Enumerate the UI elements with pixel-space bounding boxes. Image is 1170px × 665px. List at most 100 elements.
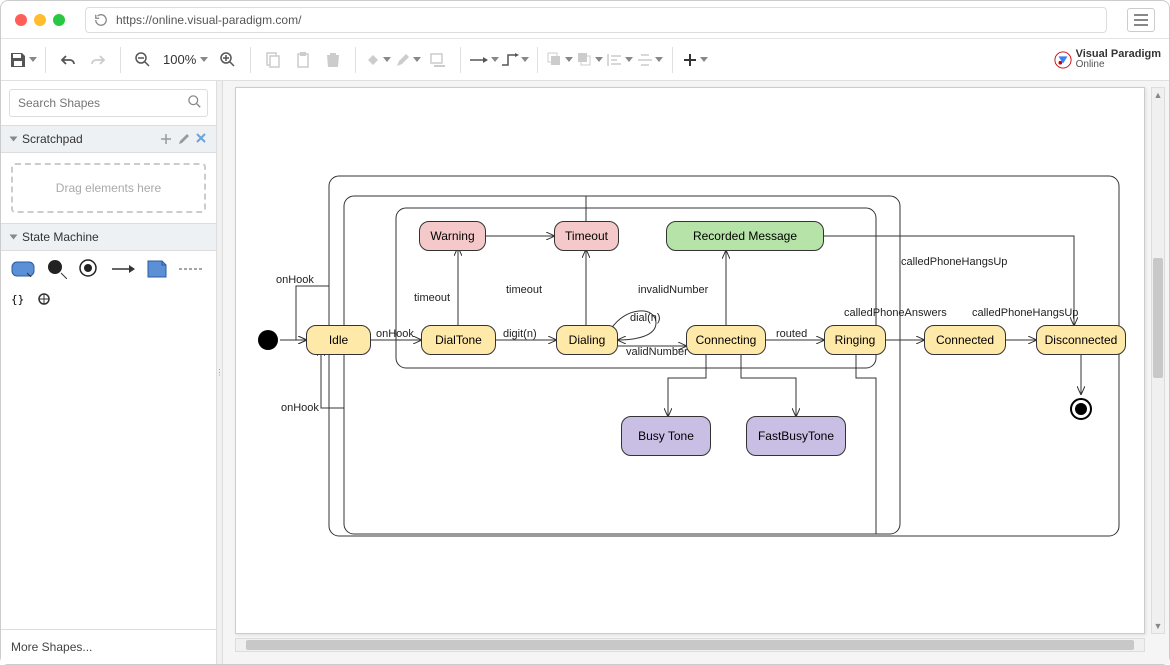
canvas-area: Idle DialTone Dialing Connecting Ringing… bbox=[223, 81, 1169, 664]
waypoint-icon bbox=[501, 53, 519, 67]
main-area: Scratchpad Drag elements here State Mach… bbox=[1, 81, 1169, 664]
label-digit: digit(n) bbox=[503, 328, 537, 340]
label-onhook-2: onHook bbox=[281, 402, 319, 414]
connector-end-button[interactable] bbox=[469, 46, 499, 74]
search-icon bbox=[188, 95, 202, 109]
to-back-icon bbox=[577, 52, 593, 68]
shadow-button[interactable] bbox=[424, 46, 452, 74]
state-connecting[interactable]: Connecting bbox=[686, 325, 766, 355]
title-bar: https://online.visual-paradigm.com/ bbox=[1, 1, 1169, 39]
label-onhook-3: onHook bbox=[376, 328, 414, 340]
final-state-node[interactable] bbox=[1070, 398, 1092, 420]
constraint-icon[interactable]: {} bbox=[11, 293, 24, 306]
zoom-in-icon bbox=[220, 52, 236, 68]
state-dialtone[interactable]: DialTone bbox=[421, 325, 496, 355]
state-shape-icon[interactable] bbox=[11, 261, 35, 277]
close-window-icon[interactable] bbox=[15, 14, 27, 26]
label-answers: calledPhoneAnswers bbox=[844, 307, 947, 319]
to-back-button[interactable] bbox=[576, 46, 604, 74]
zoom-level[interactable]: 100% bbox=[159, 52, 212, 67]
minimize-window-icon[interactable] bbox=[34, 14, 46, 26]
label-valid: validNumber bbox=[626, 346, 688, 358]
label-routed: routed bbox=[776, 328, 807, 340]
scratchpad-header[interactable]: Scratchpad bbox=[1, 125, 216, 153]
transition-arrow-icon[interactable] bbox=[111, 263, 135, 275]
label-hangsup-2: calledPhoneHangsUp bbox=[901, 256, 1007, 268]
search-shapes-input[interactable] bbox=[9, 89, 208, 117]
state-recorded-message[interactable]: Recorded Message bbox=[666, 221, 824, 251]
shadow-icon bbox=[430, 53, 446, 67]
close-scratch-icon[interactable] bbox=[196, 133, 206, 143]
state-fast-busy-tone[interactable]: FastBusyTone bbox=[746, 416, 846, 456]
distribute-button[interactable] bbox=[636, 46, 664, 74]
diagram-canvas[interactable]: Idle DialTone Dialing Connecting Ringing… bbox=[235, 87, 1145, 634]
maximize-window-icon[interactable] bbox=[53, 14, 65, 26]
hamburger-icon bbox=[1134, 14, 1148, 26]
sidebar: Scratchpad Drag elements here State Mach… bbox=[1, 81, 217, 664]
state-timeout[interactable]: Timeout bbox=[554, 221, 619, 251]
initial-state-node[interactable] bbox=[258, 330, 278, 350]
save-button[interactable] bbox=[9, 46, 37, 74]
final-state-icon[interactable] bbox=[79, 259, 99, 279]
align-button[interactable] bbox=[606, 46, 634, 74]
state-ringing[interactable]: Ringing bbox=[824, 325, 886, 355]
label-invalid: invalidNumber bbox=[638, 284, 708, 296]
state-disconnected[interactable]: Disconnected bbox=[1036, 325, 1126, 355]
vp-logo-icon bbox=[1054, 51, 1072, 69]
paint-bucket-icon bbox=[365, 52, 381, 68]
url-text: https://online.visual-paradigm.com/ bbox=[116, 13, 301, 27]
note-shape-icon[interactable] bbox=[147, 260, 167, 278]
dashed-line-icon[interactable] bbox=[179, 266, 203, 272]
state-busy-tone[interactable]: Busy Tone bbox=[621, 416, 711, 456]
horizontal-scrollbar[interactable] bbox=[235, 638, 1145, 652]
undo-icon bbox=[60, 53, 76, 67]
junction-icon[interactable] bbox=[36, 291, 52, 307]
zoom-out-icon bbox=[135, 52, 151, 68]
edit-scratch-icon[interactable] bbox=[178, 133, 190, 145]
connector-style-button[interactable] bbox=[501, 46, 529, 74]
trash-icon bbox=[326, 52, 340, 68]
save-icon bbox=[9, 51, 27, 69]
to-front-icon bbox=[547, 52, 563, 68]
scratchpad-drop-zone[interactable]: Drag elements here bbox=[11, 163, 206, 213]
fill-color-button[interactable] bbox=[364, 46, 392, 74]
hscroll-thumb[interactable] bbox=[246, 640, 1134, 650]
reload-icon[interactable] bbox=[94, 13, 108, 27]
redo-icon bbox=[90, 53, 106, 67]
label-hangsup-1: calledPhoneHangsUp bbox=[972, 307, 1078, 319]
label-onhook: onHook bbox=[276, 274, 314, 286]
zoom-out-button[interactable] bbox=[129, 46, 157, 74]
label-timeout-2: timeout bbox=[506, 284, 542, 296]
delete-button[interactable] bbox=[319, 46, 347, 74]
paste-icon bbox=[296, 52, 310, 68]
brand-logo: Visual ParadigmOnline bbox=[1054, 49, 1161, 70]
to-front-button[interactable] bbox=[546, 46, 574, 74]
copy-button[interactable] bbox=[259, 46, 287, 74]
label-dial: dial(n) bbox=[630, 312, 661, 324]
state-warning[interactable]: Warning bbox=[419, 221, 486, 251]
url-bar[interactable]: https://online.visual-paradigm.com/ bbox=[85, 7, 1107, 33]
more-shapes-link[interactable]: More Shapes... bbox=[1, 629, 216, 664]
label-timeout-1: timeout bbox=[414, 292, 450, 304]
vertical-scrollbar[interactable]: ▲ ▼ bbox=[1151, 87, 1165, 634]
distribute-icon bbox=[637, 53, 653, 67]
redo-button[interactable] bbox=[84, 46, 112, 74]
add-scratch-icon[interactable] bbox=[160, 133, 172, 145]
arrow-end-icon bbox=[469, 55, 489, 65]
state-dialing[interactable]: Dialing bbox=[556, 325, 618, 355]
line-color-button[interactable] bbox=[394, 46, 422, 74]
add-button[interactable] bbox=[681, 46, 709, 74]
paste-button[interactable] bbox=[289, 46, 317, 74]
initial-state-icon[interactable] bbox=[47, 259, 67, 279]
zoom-in-button[interactable] bbox=[214, 46, 242, 74]
state-machine-header[interactable]: State Machine bbox=[1, 223, 216, 251]
undo-button[interactable] bbox=[54, 46, 82, 74]
plus-icon bbox=[683, 53, 697, 67]
copy-icon bbox=[266, 52, 280, 68]
window-controls bbox=[15, 14, 65, 26]
hamburger-menu-button[interactable] bbox=[1127, 8, 1155, 32]
state-idle[interactable]: Idle bbox=[306, 325, 371, 355]
toolbar: 100% Visual ParadigmOnline bbox=[1, 39, 1169, 81]
vscroll-thumb[interactable] bbox=[1153, 258, 1163, 378]
state-connected[interactable]: Connected bbox=[924, 325, 1006, 355]
